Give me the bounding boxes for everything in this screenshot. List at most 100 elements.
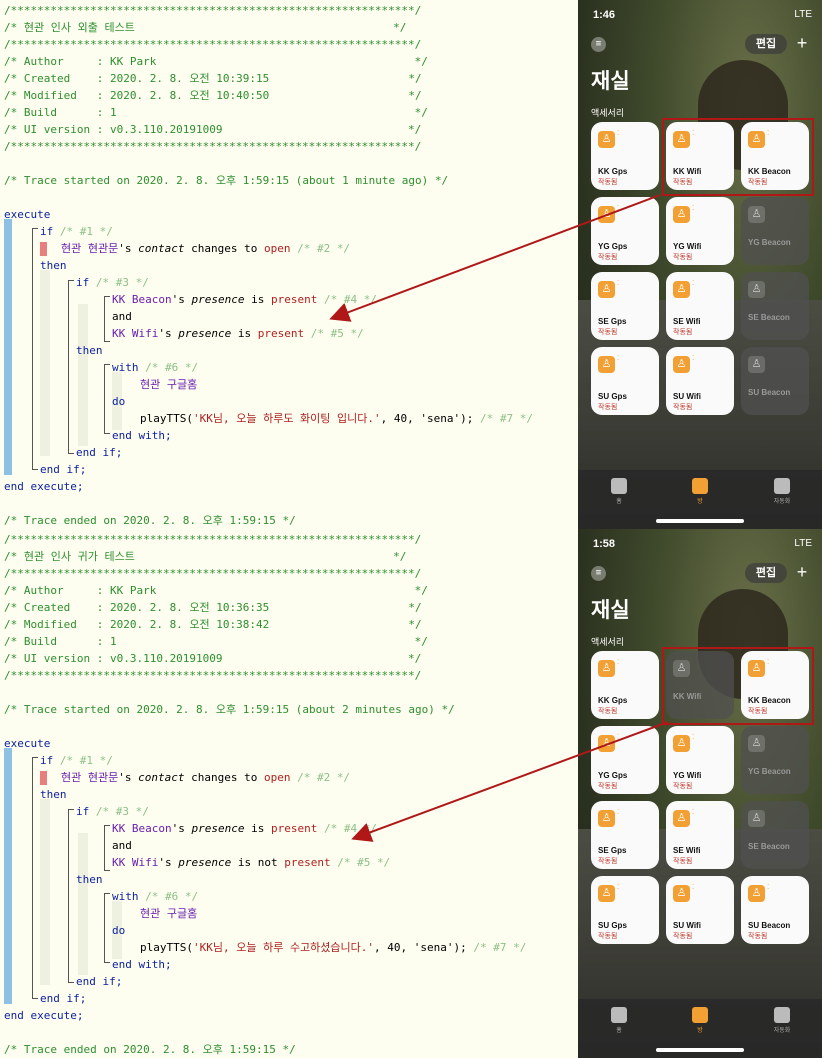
- edit-button[interactable]: 편집: [745, 563, 787, 583]
- add-button[interactable]: +: [794, 561, 810, 583]
- motion-sensor-icon: ♙: [598, 206, 615, 223]
- log1-header-modified: /* Modified : 2020. 2. 8. 오전 10:38:42 */: [4, 618, 422, 631]
- code-token: presence: [191, 293, 245, 306]
- motion-sensor-icon: ♙: [673, 281, 690, 298]
- accessory-tile[interactable]: ♙ YG Beacon: [741, 726, 809, 794]
- sensor-active-icon: ⁚: [767, 884, 770, 891]
- log1-block-bracket: [104, 893, 110, 963]
- accessory-tile[interactable]: ♙ ⁚ YG Gps 작동됨: [591, 726, 659, 794]
- log0-trace_start: /* Trace started on 2020. 2. 8. 오후 1:59:…: [4, 174, 449, 187]
- log1-code-line: KK Beacon's presence is present /* #4 */: [112, 820, 377, 837]
- accessory-tile[interactable]: ♙ ⁚ YG Wifi 작동됨: [666, 726, 734, 794]
- code-token: 'KK님, 오늘 하루도 화이팅 입니다.': [192, 412, 381, 425]
- code-token: contact: [138, 771, 185, 784]
- accessory-tile[interactable]: ♙ ⁚ SE Gps 작동됨: [591, 801, 659, 869]
- phone-screenshots: 1:46 LTE ≡ 편집 + 재실 액세서리 ♙ ⁚ KK Gps 작동됨 ♙ ⁚ KK Wifi 작동됨…: [578, 0, 822, 1058]
- menu-icon[interactable]: ≡: [591, 37, 606, 52]
- accessory-tile[interactable]: ♙ ⁚ SU Beacon 작동됨: [741, 876, 809, 944]
- accessory-tile[interactable]: ♙ ⁚ YG Wifi 작동됨: [666, 197, 734, 265]
- accessory-name: SU Beacon: [748, 388, 791, 397]
- accessory-status: 작동됨: [673, 783, 693, 790]
- add-button[interactable]: +: [794, 32, 810, 54]
- code-token: present: [270, 293, 318, 306]
- accessory-name: SU Gps: [598, 392, 627, 401]
- log0-block-bracket: [104, 296, 110, 342]
- code-token: playTTS(: [140, 412, 193, 425]
- sensor-active-icon: ⁚: [617, 355, 620, 362]
- motion-sensor-icon: ♙: [748, 735, 765, 752]
- sensor-active-icon: ⁚: [617, 884, 620, 891]
- accessory-status: 작동됨: [598, 254, 618, 261]
- accessory-name: YG Beacon: [748, 767, 791, 776]
- tab-home[interactable]: 홈: [604, 1007, 634, 1034]
- code-token: 현관 구글홈: [140, 378, 198, 391]
- motion-sensor-icon: ♙: [598, 885, 615, 902]
- accessory-tile[interactable]: ♙ YG Beacon: [741, 197, 809, 265]
- code-token: /* #2 */: [297, 771, 351, 784]
- accessory-tile[interactable]: ♙ ⁚ KK Gps 작동됨: [591, 651, 659, 719]
- motion-sensor-icon: ♙: [598, 356, 615, 373]
- tab-rooms[interactable]: 방: [685, 478, 715, 505]
- code-token: playTTS(: [140, 941, 193, 954]
- code-token: KK Beacon: [112, 822, 172, 835]
- accessory-tile[interactable]: ♙ ⁚ SE Wifi 작동됨: [666, 272, 734, 340]
- log1-code-line: end with;: [112, 956, 172, 973]
- edit-button[interactable]: 편집: [745, 34, 787, 54]
- menu-icon[interactable]: ≡: [591, 566, 606, 581]
- section-label: 액세서리: [591, 637, 625, 647]
- accessory-tile[interactable]: ♙ ⁚ SU Gps 작동됨: [591, 347, 659, 415]
- code-token: end if;: [40, 463, 87, 476]
- status-signal: LTE: [794, 538, 812, 549]
- code-token: 's: [171, 822, 192, 835]
- accessory-name: SE Beacon: [748, 313, 790, 322]
- code-token: present: [270, 822, 318, 835]
- accessory-tile[interactable]: ♙ ⁚ SE Wifi 작동됨: [666, 801, 734, 869]
- tab-automation[interactable]: 자동화: [767, 478, 797, 505]
- log0-block-bracket: [32, 228, 38, 470]
- accessory-status: 작동됨: [673, 254, 693, 261]
- log1-header-build: /* Build : 1 */: [4, 635, 428, 648]
- log0-header-stars: /***************************************…: [4, 38, 422, 51]
- log1-code-line: if /* #3 */: [76, 803, 149, 820]
- tab-label: 방: [697, 1028, 703, 1034]
- tab-rooms-icon: [692, 478, 708, 494]
- code-token: 's: [158, 327, 179, 340]
- accessory-tile[interactable]: ♙ ⁚ YG Gps 작동됨: [591, 197, 659, 265]
- log1-code-line: 현관 현관문's contact changes to open /* #2 *…: [40, 769, 350, 786]
- status-signal: LTE: [794, 9, 812, 20]
- log0-header-ui_version: /* UI version : v0.3.110.20191009 */: [4, 123, 422, 136]
- accessory-tile[interactable]: ♙ ⁚ SU Wifi 작동됨: [666, 876, 734, 944]
- accessory-tile[interactable]: ♙ ⁚ KK Gps 작동됨: [591, 122, 659, 190]
- accessory-tile[interactable]: ♙ SU Beacon: [741, 347, 809, 415]
- code-token: /* #6 */: [145, 361, 199, 374]
- accessory-tile[interactable]: ♙ ⁚ SU Gps 작동됨: [591, 876, 659, 944]
- log0-code-line: 현관 현관문's contact changes to open /* #2 *…: [40, 240, 350, 257]
- accessory-tile[interactable]: ♙ SE Beacon: [741, 272, 809, 340]
- code-token: KK Wifi: [112, 327, 159, 340]
- log0-code-line: then: [76, 342, 103, 359]
- code-token: 'KK님, 오늘 하루 수고하셨습니다.': [192, 941, 375, 954]
- tab-rooms-icon: [692, 1007, 708, 1023]
- code-token: is: [231, 327, 258, 340]
- motion-sensor-icon: ♙: [673, 810, 690, 827]
- log1-code-line: if /* #1 */: [40, 752, 113, 769]
- tab-rooms[interactable]: 방: [685, 1007, 715, 1034]
- log1-header-author: /* Author : KK Park */: [4, 584, 428, 597]
- accessory-tile[interactable]: ♙ SE Beacon: [741, 801, 809, 869]
- code-token: , 40, 'sena');: [374, 941, 467, 954]
- code-token: /* #4 */: [323, 822, 377, 835]
- accessory-tile[interactable]: ♙ ⁚ SE Gps 작동됨: [591, 272, 659, 340]
- accessory-name: YG Wifi: [673, 771, 702, 780]
- tab-home[interactable]: 홈: [604, 478, 634, 505]
- tab-automation[interactable]: 자동화: [767, 1007, 797, 1034]
- code-token: execute: [4, 737, 51, 750]
- motion-sensor-icon: ♙: [673, 735, 690, 752]
- log0-code-line: execute: [4, 206, 50, 223]
- accessory-tile[interactable]: ♙ ⁚ SU Wifi 작동됨: [666, 347, 734, 415]
- accessory-status: 작동됨: [673, 858, 693, 865]
- motion-sensor-icon: ♙: [673, 206, 690, 223]
- accessory-status: 작동됨: [598, 933, 618, 940]
